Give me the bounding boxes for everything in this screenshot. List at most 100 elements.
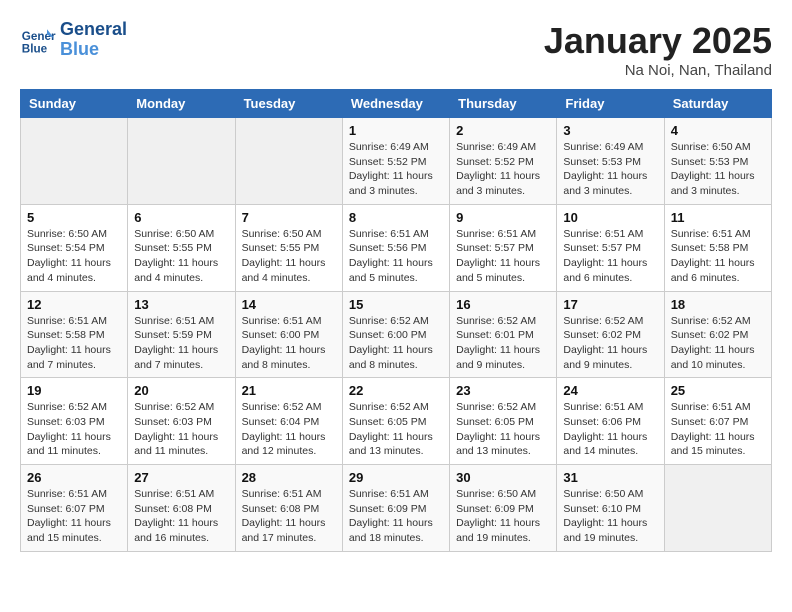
- day-number: 24: [563, 383, 657, 398]
- day-info: Sunrise: 6:49 AM Sunset: 5:52 PM Dayligh…: [349, 140, 443, 199]
- day-number: 19: [27, 383, 121, 398]
- page-header: General Blue General Blue January 2025 N…: [20, 20, 772, 79]
- day-number: 13: [134, 297, 228, 312]
- day-info: Sunrise: 6:52 AM Sunset: 6:05 PM Dayligh…: [349, 400, 443, 459]
- calendar-cell: 13 Sunrise: 6:51 AM Sunset: 5:59 PM Dayli…: [128, 291, 235, 378]
- day-info: Sunrise: 6:52 AM Sunset: 6:01 PM Dayligh…: [456, 314, 550, 373]
- day-number: 20: [134, 383, 228, 398]
- day-info: Sunrise: 6:51 AM Sunset: 5:57 PM Dayligh…: [563, 227, 657, 286]
- calendar-cell: 7 Sunrise: 6:50 AM Sunset: 5:55 PM Daylig…: [235, 204, 342, 291]
- day-number: 22: [349, 383, 443, 398]
- calendar-cell: 31 Sunrise: 6:50 AM Sunset: 6:10 PM Dayli…: [557, 465, 664, 552]
- day-info: Sunrise: 6:50 AM Sunset: 5:54 PM Dayligh…: [27, 227, 121, 286]
- calendar-cell: 20 Sunrise: 6:52 AM Sunset: 6:03 PM Dayli…: [128, 378, 235, 465]
- weekday-header-saturday: Saturday: [664, 90, 771, 118]
- day-number: 30: [456, 470, 550, 485]
- calendar-week-row: 12 Sunrise: 6:51 AM Sunset: 5:58 PM Dayli…: [21, 291, 772, 378]
- day-number: 2: [456, 123, 550, 138]
- day-number: 23: [456, 383, 550, 398]
- calendar-week-row: 19 Sunrise: 6:52 AM Sunset: 6:03 PM Dayli…: [21, 378, 772, 465]
- calendar-cell: 12 Sunrise: 6:51 AM Sunset: 5:58 PM Dayli…: [21, 291, 128, 378]
- calendar-cell: 11Sunrise: 6:51 AM Sunset: 5:58 PM Dayli…: [664, 204, 771, 291]
- calendar-cell: 24 Sunrise: 6:51 AM Sunset: 6:06 PM Dayli…: [557, 378, 664, 465]
- calendar-week-row: 5 Sunrise: 6:50 AM Sunset: 5:54 PM Daylig…: [21, 204, 772, 291]
- day-number: 12: [27, 297, 121, 312]
- calendar-cell: 19Sunrise: 6:52 AM Sunset: 6:03 PM Dayli…: [21, 378, 128, 465]
- calendar-week-row: 26 Sunrise: 6:51 AM Sunset: 6:07 PM Dayli…: [21, 465, 772, 552]
- day-info: Sunrise: 6:51 AM Sunset: 5:58 PM Dayligh…: [671, 227, 765, 286]
- logo-text-general: General: [60, 20, 127, 40]
- weekday-header-row: SundayMondayTuesdayWednesdayThursdayFrid…: [21, 90, 772, 118]
- day-info: Sunrise: 6:51 AM Sunset: 6:07 PM Dayligh…: [27, 487, 121, 546]
- calendar-cell: 25 Sunrise: 6:51 AM Sunset: 6:07 PM Dayli…: [664, 378, 771, 465]
- calendar-cell: 28 Sunrise: 6:51 AM Sunset: 6:08 PM Dayli…: [235, 465, 342, 552]
- day-info: Sunrise: 6:51 AM Sunset: 5:59 PM Dayligh…: [134, 314, 228, 373]
- day-info: Sunrise: 6:51 AM Sunset: 6:08 PM Dayligh…: [242, 487, 336, 546]
- day-number: 29: [349, 470, 443, 485]
- day-number: 9: [456, 210, 550, 225]
- day-number: 31: [563, 470, 657, 485]
- day-number: 15: [349, 297, 443, 312]
- calendar-cell: 16Sunrise: 6:52 AM Sunset: 6:01 PM Dayli…: [450, 291, 557, 378]
- calendar-cell: 5 Sunrise: 6:50 AM Sunset: 5:54 PM Daylig…: [21, 204, 128, 291]
- calendar-cell: 17 Sunrise: 6:52 AM Sunset: 6:02 PM Dayli…: [557, 291, 664, 378]
- day-number: 3: [563, 123, 657, 138]
- weekday-header-friday: Friday: [557, 90, 664, 118]
- day-number: 5: [27, 210, 121, 225]
- day-number: 1: [349, 123, 443, 138]
- calendar-cell: 15Sunrise: 6:52 AM Sunset: 6:00 PM Dayli…: [342, 291, 449, 378]
- day-info: Sunrise: 6:51 AM Sunset: 6:07 PM Dayligh…: [671, 400, 765, 459]
- calendar-cell: 18Sunrise: 6:52 AM Sunset: 6:02 PM Dayli…: [664, 291, 771, 378]
- day-info: Sunrise: 6:50 AM Sunset: 6:10 PM Dayligh…: [563, 487, 657, 546]
- svg-text:Blue: Blue: [22, 42, 48, 55]
- day-info: Sunrise: 6:52 AM Sunset: 6:04 PM Dayligh…: [242, 400, 336, 459]
- day-info: Sunrise: 6:50 AM Sunset: 6:09 PM Dayligh…: [456, 487, 550, 546]
- day-info: Sunrise: 6:51 AM Sunset: 6:00 PM Dayligh…: [242, 314, 336, 373]
- day-info: Sunrise: 6:51 AM Sunset: 5:57 PM Dayligh…: [456, 227, 550, 286]
- day-number: 8: [349, 210, 443, 225]
- day-number: 17: [563, 297, 657, 312]
- day-number: 14: [242, 297, 336, 312]
- calendar-week-row: 1 Sunrise: 6:49 AM Sunset: 5:52 PM Daylig…: [21, 118, 772, 205]
- weekday-header-tuesday: Tuesday: [235, 90, 342, 118]
- day-info: Sunrise: 6:51 AM Sunset: 5:56 PM Dayligh…: [349, 227, 443, 286]
- day-number: 7: [242, 210, 336, 225]
- calendar-cell: 6Sunrise: 6:50 AM Sunset: 5:55 PM Daylig…: [128, 204, 235, 291]
- day-number: 21: [242, 383, 336, 398]
- calendar-cell: 21 Sunrise: 6:52 AM Sunset: 6:04 PM Dayli…: [235, 378, 342, 465]
- day-number: 28: [242, 470, 336, 485]
- calendar-cell: 1 Sunrise: 6:49 AM Sunset: 5:52 PM Daylig…: [342, 118, 449, 205]
- calendar-cell: 23 Sunrise: 6:52 AM Sunset: 6:05 PM Dayli…: [450, 378, 557, 465]
- logo-text-blue: Blue: [60, 40, 127, 60]
- logo: General Blue General Blue: [20, 20, 127, 60]
- weekday-header-monday: Monday: [128, 90, 235, 118]
- calendar-title: January 2025: [544, 20, 772, 62]
- calendar-subtitle: Na Noi, Nan, Thailand: [544, 62, 772, 79]
- calendar-cell: 30 Sunrise: 6:50 AM Sunset: 6:09 PM Dayli…: [450, 465, 557, 552]
- calendar-cell: 29Sunrise: 6:51 AM Sunset: 6:09 PM Dayli…: [342, 465, 449, 552]
- day-info: Sunrise: 6:52 AM Sunset: 6:03 PM Dayligh…: [134, 400, 228, 459]
- weekday-header-thursday: Thursday: [450, 90, 557, 118]
- calendar-cell: [21, 118, 128, 205]
- day-number: 25: [671, 383, 765, 398]
- day-info: Sunrise: 6:50 AM Sunset: 5:53 PM Dayligh…: [671, 140, 765, 199]
- day-info: Sunrise: 6:52 AM Sunset: 6:02 PM Dayligh…: [563, 314, 657, 373]
- day-info: Sunrise: 6:52 AM Sunset: 6:05 PM Dayligh…: [456, 400, 550, 459]
- day-info: Sunrise: 6:49 AM Sunset: 5:52 PM Dayligh…: [456, 140, 550, 199]
- day-info: Sunrise: 6:49 AM Sunset: 5:53 PM Dayligh…: [563, 140, 657, 199]
- calendar-cell: [235, 118, 342, 205]
- weekday-header-sunday: Sunday: [21, 90, 128, 118]
- calendar-cell: 27Sunrise: 6:51 AM Sunset: 6:08 PM Dayli…: [128, 465, 235, 552]
- day-number: 4: [671, 123, 765, 138]
- day-info: Sunrise: 6:51 AM Sunset: 5:58 PM Dayligh…: [27, 314, 121, 373]
- day-number: 18: [671, 297, 765, 312]
- calendar-cell: [128, 118, 235, 205]
- day-number: 27: [134, 470, 228, 485]
- calendar-cell: 26 Sunrise: 6:51 AM Sunset: 6:07 PM Dayli…: [21, 465, 128, 552]
- day-info: Sunrise: 6:51 AM Sunset: 6:06 PM Dayligh…: [563, 400, 657, 459]
- calendar-cell: 10Sunrise: 6:51 AM Sunset: 5:57 PM Dayli…: [557, 204, 664, 291]
- calendar-table: SundayMondayTuesdayWednesdayThursdayFrid…: [20, 89, 772, 552]
- calendar-cell: 9 Sunrise: 6:51 AM Sunset: 5:57 PM Daylig…: [450, 204, 557, 291]
- day-info: Sunrise: 6:50 AM Sunset: 5:55 PM Dayligh…: [242, 227, 336, 286]
- day-number: 26: [27, 470, 121, 485]
